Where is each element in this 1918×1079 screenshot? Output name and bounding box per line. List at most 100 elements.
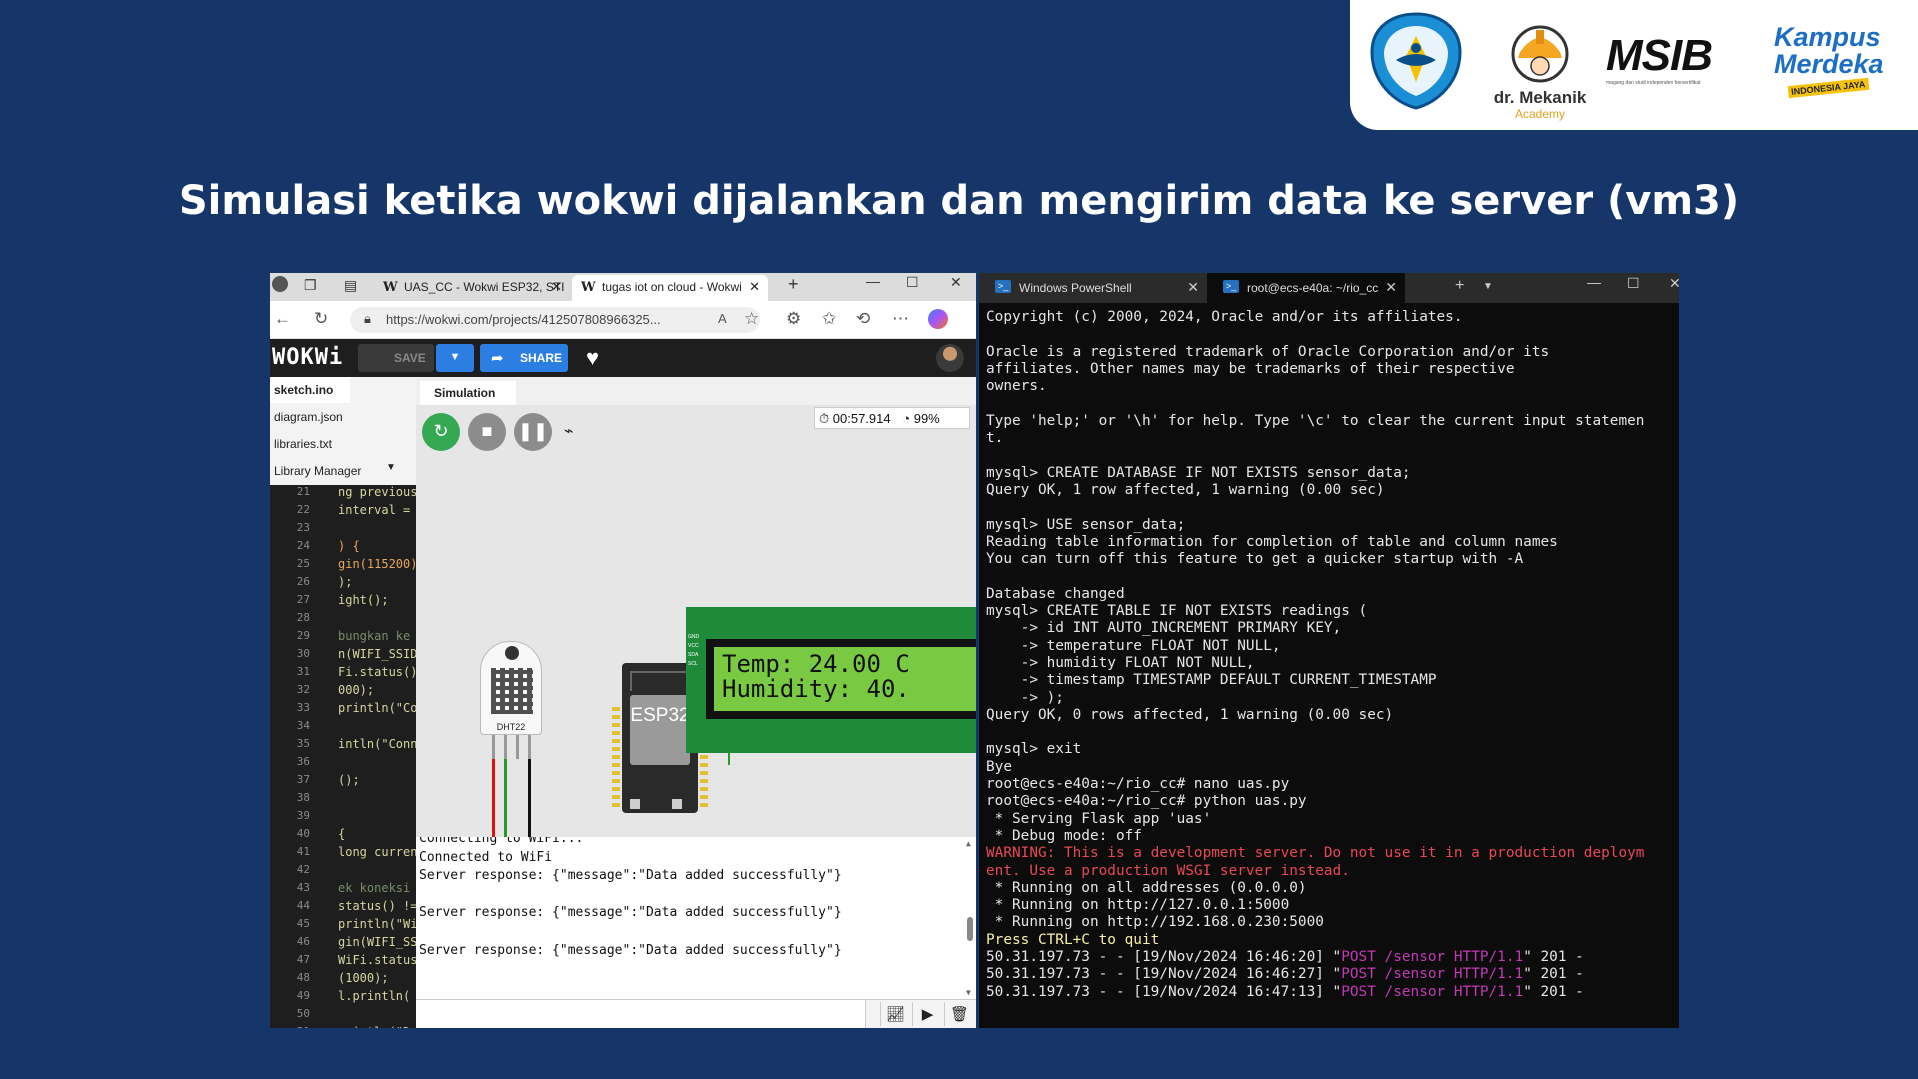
code-line[interactable]: 31 Fi.status() <box>270 665 416 683</box>
favorite-star-icon[interactable]: ☆ <box>744 309 759 329</box>
code-line[interactable]: 41 long curren <box>270 845 416 863</box>
heart-icon[interactable]: ♥ <box>586 345 599 371</box>
code-line[interactable]: 30 n(WIFI_SSID <box>270 647 416 665</box>
new-tab-icon[interactable]: + <box>788 274 799 295</box>
code-line[interactable]: 47 WiFi.status <box>270 953 416 971</box>
tab-simulation[interactable]: Simulation <box>420 381 516 405</box>
code-line[interactable]: 51 println("D <box>270 1025 416 1028</box>
close-tab-icon[interactable]: ✕ <box>749 279 760 295</box>
code-line[interactable]: 36 <box>270 755 416 773</box>
code-line[interactable]: 44 status() != <box>270 899 416 917</box>
simulation-canvas[interactable]: ↻ ■ ❚❚ ⌁ ⏱ 00:57.914 ◔ 99% DHT22 ESP32 G… <box>416 405 976 837</box>
serial-monitor[interactable]: ▲ ▼ Connecting to WiFi... Connected to Wi… <box>416 837 976 999</box>
minimize-icon[interactable]: — <box>1587 274 1601 290</box>
file-tab-diagram[interactable]: diagram.json <box>270 404 416 430</box>
close-window-icon[interactable]: ✕ <box>950 274 962 291</box>
close-tab-icon[interactable]: ✕ <box>1385 279 1397 296</box>
code-line[interactable]: 28 <box>270 611 416 629</box>
save-dropdown-button[interactable]: ▼ <box>436 344 474 372</box>
code-line[interactable]: 43 ek koneksi <box>270 881 416 899</box>
esp-button[interactable] <box>672 799 682 809</box>
code-line[interactable]: 50 <box>270 1007 416 1025</box>
pause-simulation-button[interactable]: ❚❚ <box>514 413 552 451</box>
library-manager-tab[interactable]: Library Manager ▼ <box>270 458 416 484</box>
code-line[interactable]: 37 (); <box>270 773 416 791</box>
serial-input[interactable] <box>416 1000 866 1028</box>
code-line[interactable]: 45 println("Wi <box>270 917 416 935</box>
code-line[interactable]: 46 gin(WIFI_SS <box>270 935 416 953</box>
wokwi-logo[interactable]: WOKWi <box>272 345 343 370</box>
copilot-icon[interactable] <box>928 309 948 329</box>
tab-dropdown-icon[interactable]: ▼ <box>1483 281 1493 292</box>
close-tab-icon[interactable]: ✕ <box>551 279 562 295</box>
file-tab-libraries[interactable]: libraries.txt <box>270 431 416 457</box>
code-line[interactable]: 21 ng previous <box>270 485 416 503</box>
url-text: https://wokwi.com/projects/4125078089663… <box>386 312 661 327</box>
maximize-icon[interactable]: ☐ <box>906 274 919 291</box>
back-icon[interactable]: ← <box>274 309 291 329</box>
more-options-icon[interactable]: ⋯ <box>892 309 909 329</box>
terminal-line: t. <box>986 430 1676 447</box>
scroll-thumb[interactable] <box>967 917 973 941</box>
lcd-pin-label: SDA <box>688 652 699 658</box>
file-tab-sketch[interactable]: sketch.ino <box>270 377 350 403</box>
scroll-up-icon[interactable]: ▲ <box>966 839 971 848</box>
stop-simulation-button[interactable]: ■ <box>468 413 506 451</box>
code-line[interactable]: 48 (1000); <box>270 971 416 989</box>
code-line[interactable]: 34 <box>270 719 416 737</box>
dht22-sensor[interactable]: DHT22 <box>480 641 542 735</box>
plotter-icon[interactable]: 📈︎ <box>880 1002 910 1026</box>
extensions-icon[interactable]: ⚙ <box>786 309 801 329</box>
scroll-down-icon[interactable]: ▼ <box>966 988 971 997</box>
favorites-icon[interactable]: ✩ <box>822 309 836 329</box>
minimize-icon[interactable]: — <box>866 273 880 289</box>
code-line[interactable]: 33 println("Co <box>270 701 416 719</box>
code-line[interactable]: 38 <box>270 791 416 809</box>
trash-icon[interactable]: 🗑︎ <box>944 1002 974 1026</box>
line-number: 24 <box>296 539 310 552</box>
code-line[interactable]: 49 l.println( <box>270 989 416 1007</box>
terminal-tab-powershell[interactable]: >_ Windows PowerShell ✕ <box>979 273 1207 303</box>
code-line[interactable]: 23 <box>270 521 416 539</box>
tab-actions-icon[interactable]: ▤ <box>344 277 357 294</box>
code-line[interactable]: 42 <box>270 863 416 881</box>
browser-tab-tugas[interactable]: W tugas iot on cloud - Wokwi ✕ <box>572 275 768 301</box>
new-tab-icon[interactable]: + <box>1455 277 1464 295</box>
maximize-icon[interactable]: ☐ <box>1627 275 1640 292</box>
play-icon[interactable]: ▶ <box>912 1002 942 1026</box>
profile-icon[interactable] <box>272 276 288 292</box>
avatar[interactable] <box>936 344 964 372</box>
terminal-text: mysql> USE sensor_data; <box>986 516 1186 533</box>
read-aloud-icon[interactable]: A <box>718 311 727 326</box>
restart-simulation-button[interactable]: ↻ <box>422 413 460 451</box>
terminal-text: Type 'help;' or '\h' for help. Type '\c'… <box>986 412 1645 429</box>
url-field[interactable]: 🔒︎ https://wokwi.com/projects/4125078089… <box>350 307 760 333</box>
history-icon[interactable]: ⟲ <box>856 309 870 329</box>
line-number: 29 <box>296 629 310 642</box>
lcd-pin-label: GND <box>688 634 700 640</box>
save-button[interactable]: SAVE <box>358 344 434 372</box>
workspaces-icon[interactable]: ❐ <box>304 277 317 294</box>
wifi-off-icon[interactable]: ⌁ <box>564 421 574 441</box>
code-line[interactable]: 25 gin(115200) <box>270 557 416 575</box>
terminal-tab-ssh[interactable]: >_ root@ecs-e40a: ~/rio_cc ✕ <box>1207 273 1405 303</box>
terminal-output[interactable]: Copyright (c) 2000, 2024, Oracle and/or … <box>986 309 1676 1001</box>
code-line[interactable]: 40 { <box>270 827 416 845</box>
code-line[interactable]: 29 bungkan ke <box>270 629 416 647</box>
line-number: 42 <box>296 863 310 876</box>
esp-button[interactable] <box>630 799 640 809</box>
code-line[interactable]: 24) { <box>270 539 416 557</box>
code-editor[interactable]: 21 ng previous 22 interval = 23 24) {25 gin(11… <box>270 485 416 1028</box>
dht-hole <box>505 646 519 660</box>
code-line[interactable]: 26); <box>270 575 416 593</box>
close-tab-icon[interactable]: ✕ <box>1187 279 1199 296</box>
lcd-1602[interactable]: GND VCC SDA SCL Temp: 24.00 C Humidity: … <box>686 607 976 753</box>
code-line[interactable]: 35 intln("Conn <box>270 737 416 755</box>
reload-icon[interactable]: ↻ <box>314 309 328 329</box>
code-line[interactable]: 22 interval = <box>270 503 416 521</box>
code-line[interactable]: 39 <box>270 809 416 827</box>
close-window-icon[interactable]: ✕ <box>1669 275 1679 292</box>
code-line[interactable]: 27 ight(); <box>270 593 416 611</box>
browser-tab-uas[interactable]: W UAS_CC - Wokwi ESP32, STI ✕ <box>374 275 570 301</box>
code-line[interactable]: 32 000); <box>270 683 416 701</box>
